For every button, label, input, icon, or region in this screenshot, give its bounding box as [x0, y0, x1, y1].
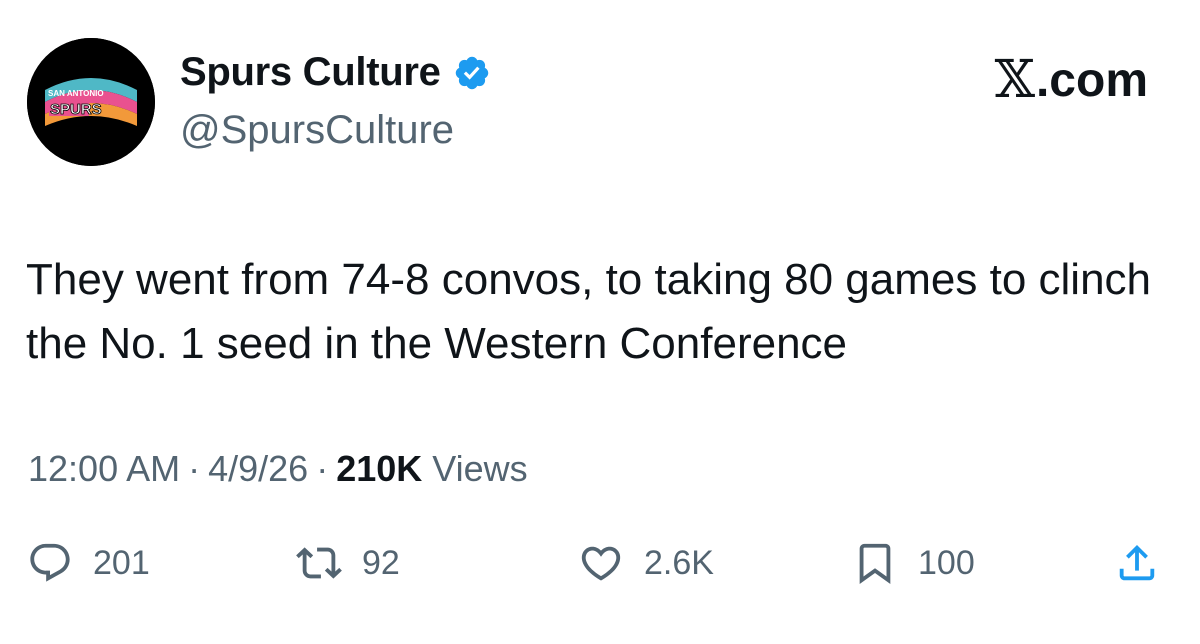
spurs-logo-icon: SAN ANTONIO SPURS [27, 38, 155, 166]
bookmark-icon [859, 543, 891, 584]
verified-badge-icon [453, 54, 491, 92]
author-handle[interactable]: @SpursCulture [180, 108, 454, 153]
x-logo-icon: 𝕏 [994, 50, 1035, 110]
avatar-logo-subtext: SAN ANTONIO [48, 89, 104, 98]
tweet-date[interactable]: 4/9/26 [208, 448, 308, 490]
avatar[interactable]: SAN ANTONIO SPURS [27, 38, 155, 166]
tweet-time[interactable]: 12:00 AM [28, 448, 180, 490]
reply-button[interactable]: 201 [27, 540, 150, 586]
avatar-logo-text: SPURS [50, 101, 102, 118]
reply-count: 201 [93, 543, 150, 582]
like-button[interactable]: 2.6K [578, 540, 714, 586]
meta-separator: · [316, 448, 329, 489]
author-display-name[interactable]: Spurs Culture [180, 50, 441, 95]
x-com-brand: 𝕏 .com [995, 50, 1148, 110]
meta-separator: · [188, 448, 201, 489]
repost-count: 92 [362, 543, 400, 582]
tweet-actions: 201 92 2.6K 100 [0, 540, 1200, 600]
tweet-metadata: 12:00 AM · 4/9/26 · 210K Views [28, 448, 528, 490]
tweet-text: They went from 74-8 convos, to taking 80… [26, 255, 1152, 368]
views-label: Views [432, 448, 528, 489]
share-icon [1119, 544, 1155, 581]
repost-button[interactable]: 92 [296, 540, 400, 586]
author-name-row: Spurs Culture [180, 50, 491, 95]
views-count: 210K [336, 448, 423, 489]
bookmark-button[interactable]: 100 [852, 540, 975, 586]
heart-icon [581, 546, 621, 581]
like-count: 2.6K [644, 543, 714, 582]
reply-icon [30, 543, 70, 582]
brand-domain: .com [1035, 53, 1148, 107]
repost-icon [296, 547, 342, 579]
bookmark-count: 100 [918, 543, 975, 582]
share-button[interactable] [1114, 540, 1160, 586]
